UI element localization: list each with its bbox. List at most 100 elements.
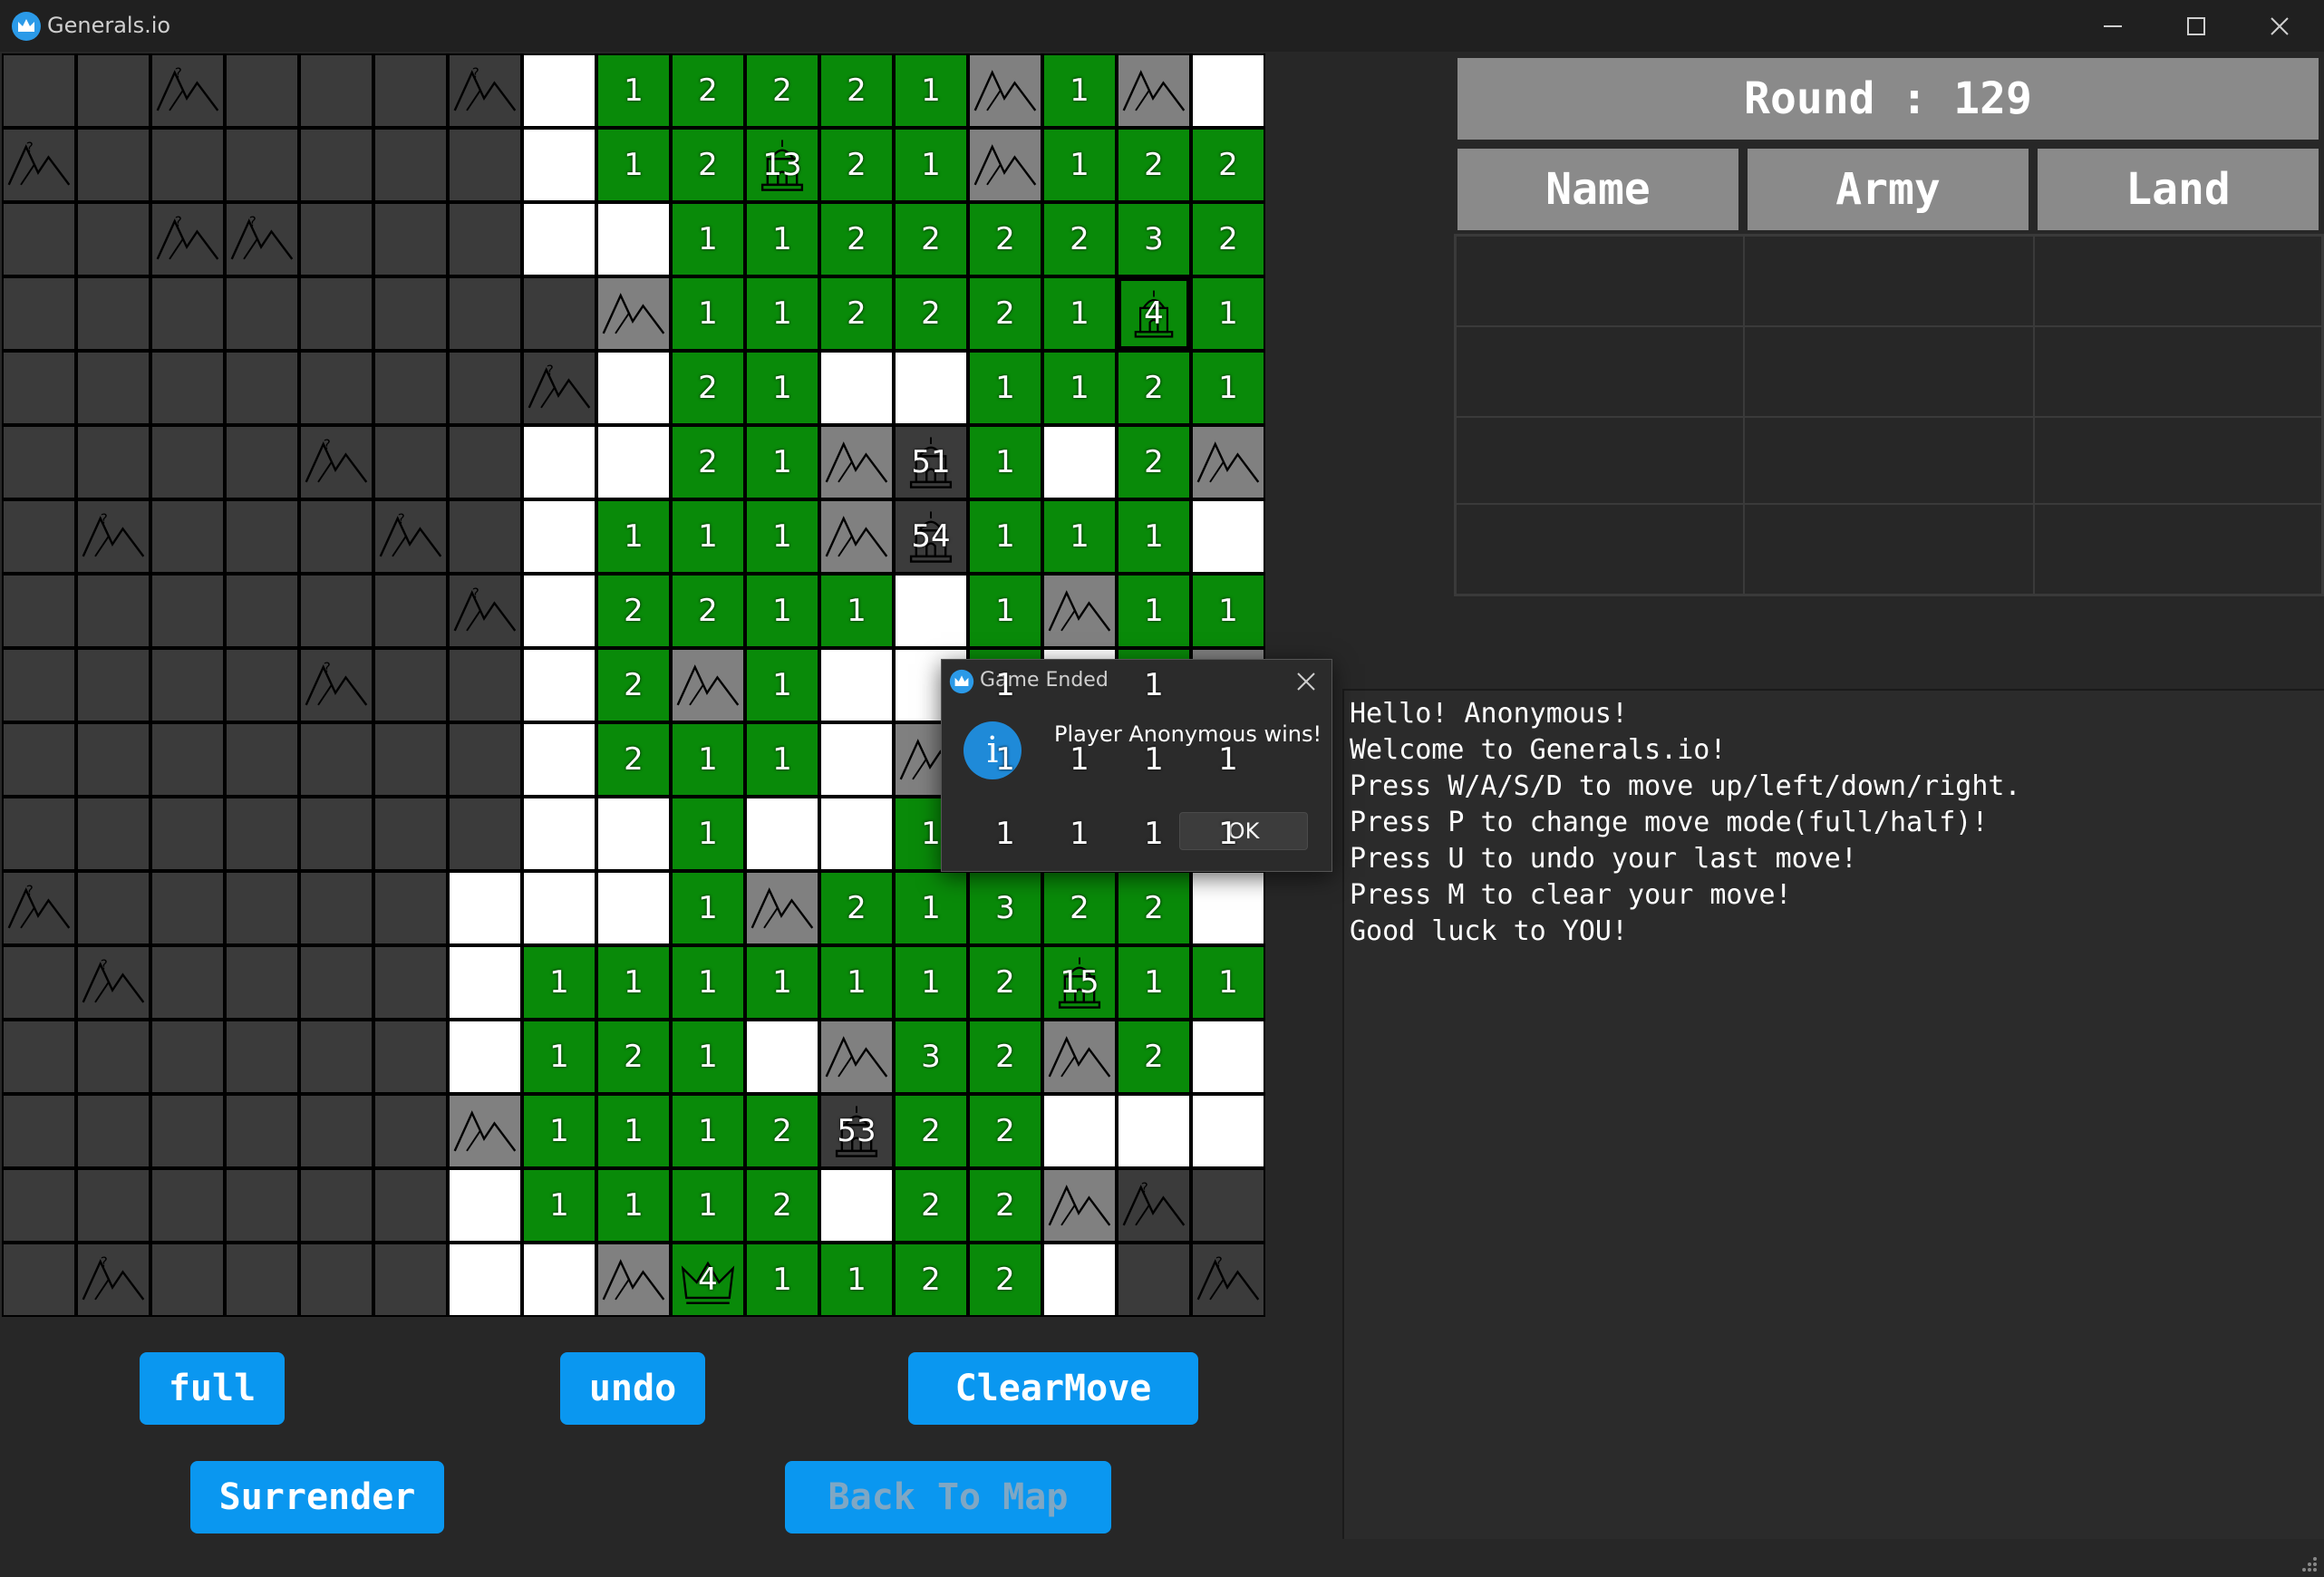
unknown-obstacle-tile[interactable]: ? <box>448 53 522 128</box>
owned-tile[interactable]: 2 <box>1191 128 1265 202</box>
owned-tile[interactable]: 2 <box>894 1168 968 1243</box>
owned-tile[interactable]: 2 <box>819 53 894 128</box>
owned-tile[interactable]: 1 <box>894 53 968 128</box>
neutral-city-tile[interactable]: 51 <box>894 425 968 499</box>
owned-tile[interactable]: 2 <box>819 128 894 202</box>
owned-tile[interactable]: 1 <box>1191 945 1265 1020</box>
owned-tile[interactable]: 2 <box>968 1020 1042 1094</box>
owned-tile[interactable]: 1 <box>596 128 671 202</box>
fog-tile[interactable] <box>225 499 299 574</box>
empty-tile[interactable] <box>522 53 596 128</box>
empty-tile[interactable] <box>448 871 522 945</box>
empty-tile[interactable] <box>1042 1243 1117 1317</box>
dialog-close-button[interactable] <box>1290 665 1322 698</box>
unknown-obstacle-tile[interactable]: ? <box>150 53 225 128</box>
owned-tile[interactable]: 1 <box>671 499 745 574</box>
owned-tile[interactable]: 1 <box>1042 499 1117 574</box>
fog-tile[interactable] <box>76 648 150 722</box>
owned-tile[interactable]: 1 <box>671 1168 745 1243</box>
owned-tile[interactable]: 1 <box>819 945 894 1020</box>
fog-tile[interactable] <box>225 574 299 648</box>
fog-tile[interactable] <box>448 499 522 574</box>
fog-tile[interactable] <box>150 648 225 722</box>
mountain-tile[interactable] <box>1042 1168 1117 1243</box>
empty-tile[interactable] <box>522 871 596 945</box>
fog-tile[interactable] <box>225 1168 299 1243</box>
mountain-tile[interactable] <box>745 871 819 945</box>
unknown-obstacle-tile[interactable]: ? <box>2 871 76 945</box>
fog-tile[interactable] <box>373 574 448 648</box>
fog-tile[interactable] <box>225 425 299 499</box>
empty-tile[interactable] <box>1191 1020 1265 1094</box>
owned-tile[interactable]: 1 <box>671 1094 745 1168</box>
fog-tile[interactable] <box>76 276 150 351</box>
owned-tile[interactable]: 2 <box>819 202 894 276</box>
fog-tile[interactable] <box>225 1094 299 1168</box>
owned-tile[interactable]: 2 <box>968 1168 1042 1243</box>
surrender-button[interactable]: Surrender <box>190 1461 444 1533</box>
empty-tile[interactable] <box>522 499 596 574</box>
fog-tile[interactable] <box>76 202 150 276</box>
fog-tile[interactable] <box>225 276 299 351</box>
neutral-city-tile[interactable]: 53 <box>819 1094 894 1168</box>
fog-tile[interactable] <box>373 128 448 202</box>
mountain-tile[interactable] <box>819 425 894 499</box>
unknown-obstacle-tile[interactable]: ? <box>2 128 76 202</box>
fog-tile[interactable] <box>373 1020 448 1094</box>
empty-tile[interactable] <box>448 1168 522 1243</box>
owned-tile[interactable]: 1 <box>745 945 819 1020</box>
empty-tile[interactable] <box>1191 499 1265 574</box>
fog-tile[interactable] <box>448 648 522 722</box>
fog-tile[interactable] <box>299 797 373 871</box>
fog-tile[interactable] <box>299 871 373 945</box>
owned-tile[interactable]: 2 <box>671 425 745 499</box>
fog-tile[interactable] <box>2 351 76 425</box>
fog-tile[interactable] <box>150 871 225 945</box>
owned-tile[interactable]: 1 <box>745 1243 819 1317</box>
fog-tile[interactable] <box>448 425 522 499</box>
owned-tile[interactable]: 3 <box>1117 202 1191 276</box>
owned-tile[interactable]: 2 <box>1117 425 1191 499</box>
fog-tile[interactable] <box>2 276 76 351</box>
mountain-tile[interactable] <box>968 128 1042 202</box>
fog-tile[interactable] <box>448 202 522 276</box>
fog-tile[interactable] <box>150 425 225 499</box>
fog-tile[interactable] <box>299 1020 373 1094</box>
back-to-map-button[interactable]: Back To Map <box>785 1461 1111 1533</box>
fog-tile[interactable] <box>76 53 150 128</box>
general-tile[interactable]: 4 <box>671 1243 745 1317</box>
fog-tile[interactable] <box>2 499 76 574</box>
mountain-tile[interactable] <box>968 53 1042 128</box>
owned-tile[interactable]: 2 <box>894 1243 968 1317</box>
owned-tile[interactable]: 1 <box>671 722 745 797</box>
owned-tile[interactable]: 2 <box>1042 202 1117 276</box>
owned-tile[interactable]: 2 <box>671 128 745 202</box>
owned-tile[interactable]: 1 <box>671 945 745 1020</box>
empty-tile[interactable] <box>522 797 596 871</box>
fog-tile[interactable] <box>373 871 448 945</box>
owned-tile[interactable]: 1 <box>671 1020 745 1094</box>
fog-tile[interactable] <box>373 648 448 722</box>
empty-tile[interactable] <box>522 1243 596 1317</box>
unknown-obstacle-tile[interactable]: ? <box>448 574 522 648</box>
empty-tile[interactable] <box>819 351 894 425</box>
owned-tile[interactable]: 1 <box>745 648 819 722</box>
owned-tile[interactable]: 1 <box>894 871 968 945</box>
empty-tile[interactable] <box>522 128 596 202</box>
fog-tile[interactable] <box>150 1168 225 1243</box>
owned-tile[interactable]: 1 <box>745 276 819 351</box>
empty-tile[interactable] <box>894 351 968 425</box>
owned-tile[interactable]: 2 <box>894 202 968 276</box>
owned-tile[interactable]: 1 <box>596 945 671 1020</box>
owned-tile[interactable]: 1 <box>745 722 819 797</box>
fog-tile[interactable] <box>150 797 225 871</box>
owned-tile[interactable]: 2 <box>671 53 745 128</box>
fog-tile[interactable] <box>225 722 299 797</box>
fog-tile[interactable] <box>1191 1168 1265 1243</box>
fog-tile[interactable] <box>373 1094 448 1168</box>
fog-tile[interactable] <box>373 202 448 276</box>
fog-tile[interactable] <box>225 648 299 722</box>
ok-button[interactable]: OK <box>1179 812 1308 850</box>
owned-tile[interactable]: 1 <box>1117 574 1191 648</box>
maximize-button[interactable] <box>2155 0 2237 52</box>
